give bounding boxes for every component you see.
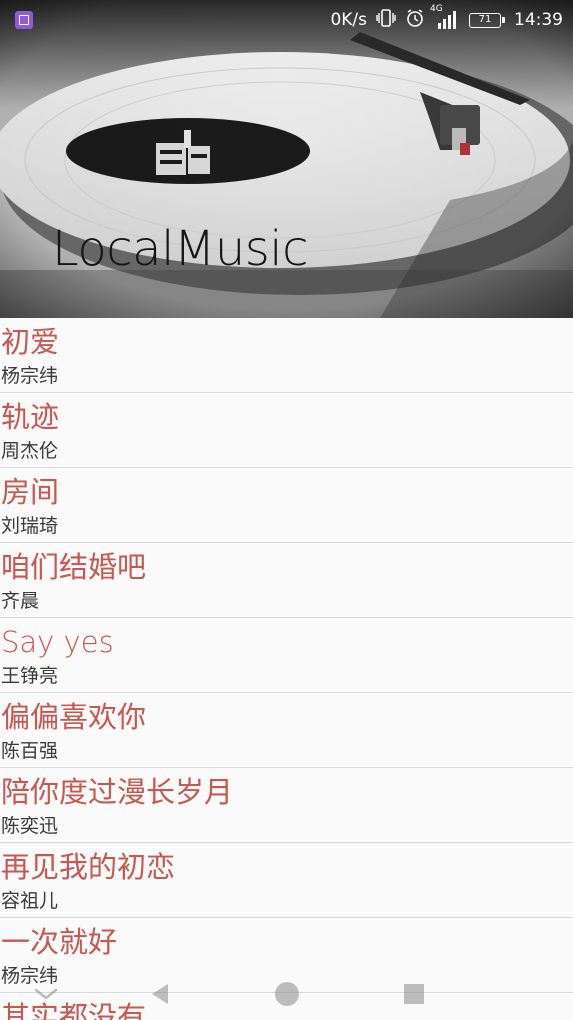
- song-artist: 刘瑞琦: [1, 515, 59, 537]
- recent-apps-icon: [404, 984, 424, 1004]
- back-button[interactable]: [140, 976, 180, 1012]
- net-speed: 0K/s: [330, 10, 367, 30]
- app-notification-icon: [15, 11, 33, 29]
- song-title: 咱们结婚吧: [1, 550, 147, 584]
- navigation-bar: [0, 968, 573, 1020]
- song-list-item[interactable]: 再见我的初恋 容祖儿: [0, 843, 573, 918]
- back-icon: [152, 984, 168, 1004]
- song-list-item[interactable]: 初爱 杨宗纬: [0, 318, 573, 393]
- status-indicators: 0K/s 4G 71 14:39: [330, 4, 563, 33]
- song-list: 初爱 杨宗纬 轨迹 周杰伦 房间 刘瑞琦 咱们结婚吧 齐晨 Say yes 王铮…: [0, 318, 573, 1020]
- song-list-item[interactable]: 房间 刘瑞琦: [0, 468, 573, 543]
- vibrate-icon: [376, 8, 396, 32]
- page-title: LocalMusic: [52, 221, 308, 277]
- song-title: 偏偏喜欢你: [1, 700, 147, 734]
- song-list-item[interactable]: 偏偏喜欢你 陈百强: [0, 693, 573, 768]
- hide-nav-icon: [34, 988, 58, 1000]
- signal-icon: 4G: [430, 4, 460, 31]
- song-title: Say yes: [1, 625, 114, 659]
- header-banner: 0K/s 4G 71 14:39 LocalMusic: [0, 0, 573, 318]
- song-title: 初爱: [1, 325, 60, 359]
- recent-apps-button[interactable]: [394, 976, 434, 1012]
- song-title: 轨迹: [1, 400, 60, 434]
- alarm-icon: [405, 8, 425, 33]
- song-title: 房间: [1, 475, 60, 509]
- song-artist: 杨宗纬: [1, 365, 59, 387]
- home-button[interactable]: [267, 976, 307, 1012]
- song-title: 再见我的初恋: [1, 850, 176, 884]
- song-list-item[interactable]: 轨迹 周杰伦: [0, 393, 573, 468]
- hide-nav-button[interactable]: [26, 976, 66, 1012]
- song-artist: 陈百强: [1, 740, 59, 762]
- battery-icon: 71: [469, 12, 505, 28]
- song-title: 一次就好: [1, 925, 118, 959]
- status-bar: 0K/s 4G 71 14:39: [0, 0, 573, 40]
- home-icon: [275, 982, 299, 1006]
- song-artist: 陈奕迅: [1, 815, 59, 837]
- song-artist: 周杰伦: [1, 440, 59, 462]
- song-artist: 齐晨: [1, 590, 40, 612]
- song-artist: 王铮亮: [1, 665, 59, 687]
- song-list-item[interactable]: 咱们结婚吧 齐晨: [0, 543, 573, 618]
- screen: 0K/s 4G 71 14:39 LocalMusic 初爱 杨宗纬 轨迹 周杰…: [0, 0, 573, 1020]
- clock: 14:39: [514, 10, 563, 30]
- song-title: 陪你度过漫长岁月: [1, 775, 234, 809]
- song-list-item[interactable]: 陪你度过漫长岁月 陈奕迅: [0, 768, 573, 843]
- song-list-item[interactable]: Say yes 王铮亮: [0, 618, 573, 693]
- song-artist: 容祖儿: [1, 890, 59, 912]
